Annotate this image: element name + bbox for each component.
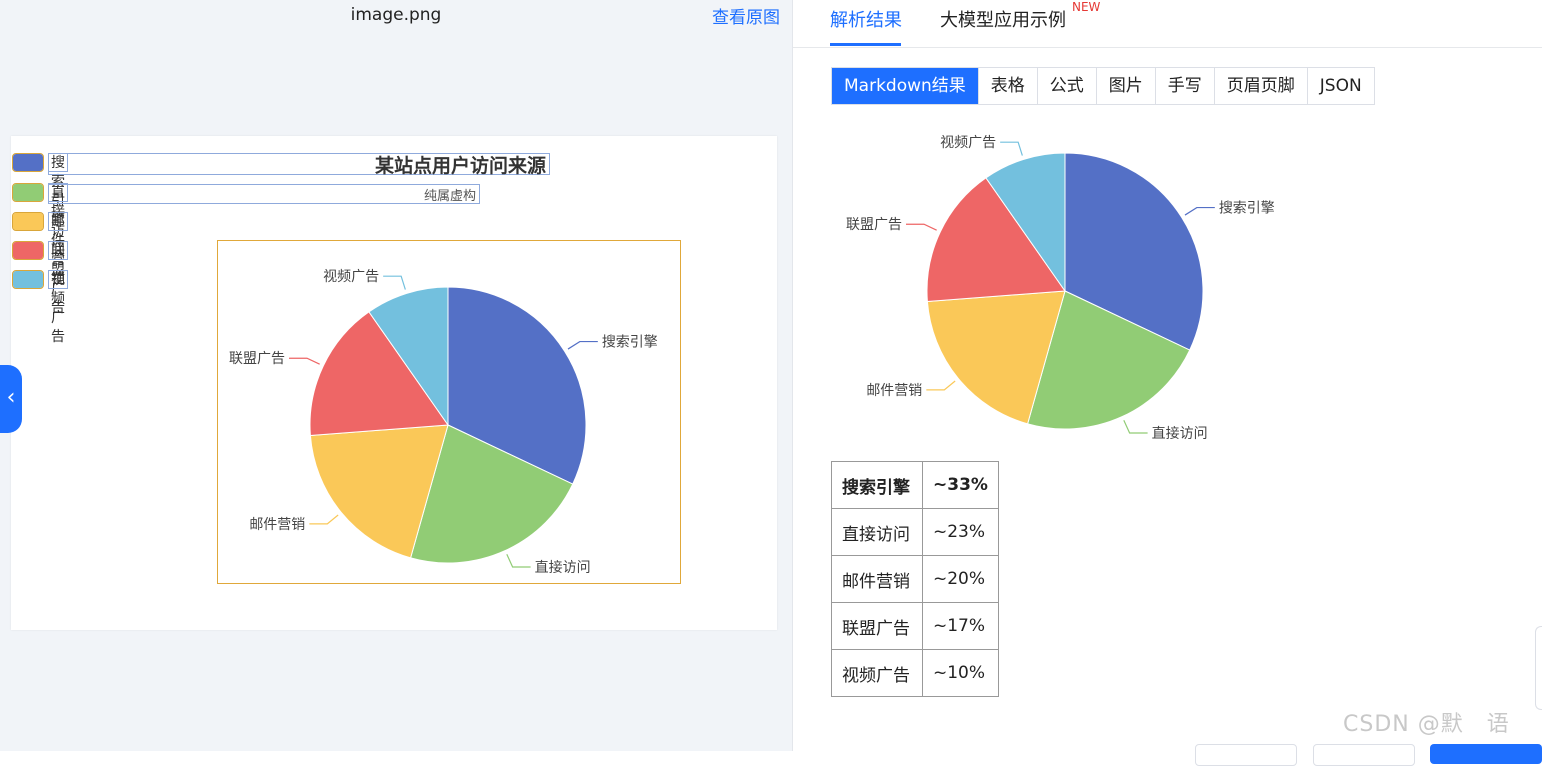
bottom-button[interactable] (1313, 744, 1415, 766)
tab-header-footer[interactable]: 页眉页脚 (1215, 68, 1308, 104)
view-original-link[interactable]: 查看原图 (712, 3, 780, 28)
table-cell: 邮件营销 (831, 555, 923, 603)
label-leader-line (1123, 420, 1148, 434)
table-row: 邮件营销 ~20% (831, 555, 999, 603)
source-pie-chart: 搜索引擎直接访问 邮件营销 联盟广告 视频广告 (229, 269, 658, 576)
primary-button[interactable] (1430, 744, 1542, 764)
side-float-tab[interactable] (1535, 626, 1542, 710)
table-cell: 直接访问 (831, 508, 923, 556)
label-leader-line (383, 275, 406, 290)
table-row: 视频广告 ~10% (831, 649, 999, 697)
result-format-tabs: Markdown结果 表格 公式 图片 手写 页眉页脚 JSON (831, 67, 1375, 105)
table-cell: ~33% (922, 461, 999, 509)
table-cell: ~17% (922, 602, 999, 650)
table-cell: ~20% (922, 555, 999, 603)
table-cell: 搜索引擎 (831, 461, 923, 509)
label-leader-line (1000, 141, 1023, 156)
collapse-panel-button[interactable]: ‹ (0, 365, 22, 433)
slice-label: 直接访问 (1152, 425, 1208, 442)
slice-label: 视频广告 (940, 135, 996, 151)
table-cell: ~23% (922, 508, 999, 556)
file-name: image.png (350, 5, 442, 25)
table-row: 搜索引擎 ~33% (831, 461, 999, 509)
bottom-button[interactable] (1195, 744, 1297, 766)
top-tabs: 解析结果 大模型应用示例 NEW (793, 0, 1542, 48)
slice-label: 搜索引擎 (1219, 199, 1275, 216)
label-leader-line (567, 340, 598, 350)
result-table: 搜索引擎 ~33% 直接访问 ~23% 邮件营销 ~20% 联盟广告 ~17% … (831, 461, 999, 697)
label-leader-line (309, 514, 339, 525)
result-pie-chart: 搜索引擎直接访问 邮件营销 联盟广告 视频广告 (846, 135, 1275, 442)
label-leader-line (1184, 206, 1215, 216)
slice-label: 直接访问 (535, 559, 591, 576)
table-cell: 视频广告 (831, 649, 923, 697)
result-pane: 解析结果 大模型应用示例 NEW Markdown结果 表格 公式 图片 手写 … (793, 0, 1542, 766)
tab-formula[interactable]: 公式 (1038, 68, 1097, 104)
label-leader-line (506, 554, 531, 568)
tab-llm-examples[interactable]: 大模型应用示例 (940, 6, 1066, 32)
tab-parse-result[interactable]: 解析结果 (830, 6, 902, 32)
source-image: 搜索引擎 某站点用户访问来源 直接访问 纯属虚构 邮件营销 联盟广告 视频广告 … (11, 136, 777, 630)
table-cell: ~10% (922, 649, 999, 697)
watermark: CSDN @默 语 (1343, 712, 1510, 737)
slice-label: 邮件营销 (249, 517, 305, 533)
slice-label: 联盟广告 (846, 217, 902, 233)
tab-markdown[interactable]: Markdown结果 (832, 68, 979, 104)
table-row: 联盟广告 ~17% (831, 602, 999, 650)
chevron-left-icon: ‹ (6, 385, 16, 410)
label-leader-line (926, 380, 956, 391)
slice-label: 搜索引擎 (602, 333, 658, 350)
tab-handwriting[interactable]: 手写 (1156, 68, 1215, 104)
tab-json[interactable]: JSON (1308, 68, 1374, 104)
source-preview-pane: image.png 查看原图 搜索引擎 某站点用户访问来源 直接访问 纯属虚构 … (0, 0, 793, 751)
slice-label: 视频广告 (323, 269, 379, 285)
label-leader-line (289, 357, 320, 365)
table-row: 直接访问 ~23% (831, 508, 999, 556)
tab-table[interactable]: 表格 (979, 68, 1038, 104)
label-leader-line (906, 223, 937, 231)
slice-label: 联盟广告 (229, 351, 285, 367)
tab-image[interactable]: 图片 (1097, 68, 1156, 104)
table-cell: 联盟广告 (831, 602, 923, 650)
new-badge: NEW (1072, 0, 1101, 14)
slice-label: 邮件营销 (866, 383, 922, 399)
active-tab-indicator (830, 43, 901, 46)
